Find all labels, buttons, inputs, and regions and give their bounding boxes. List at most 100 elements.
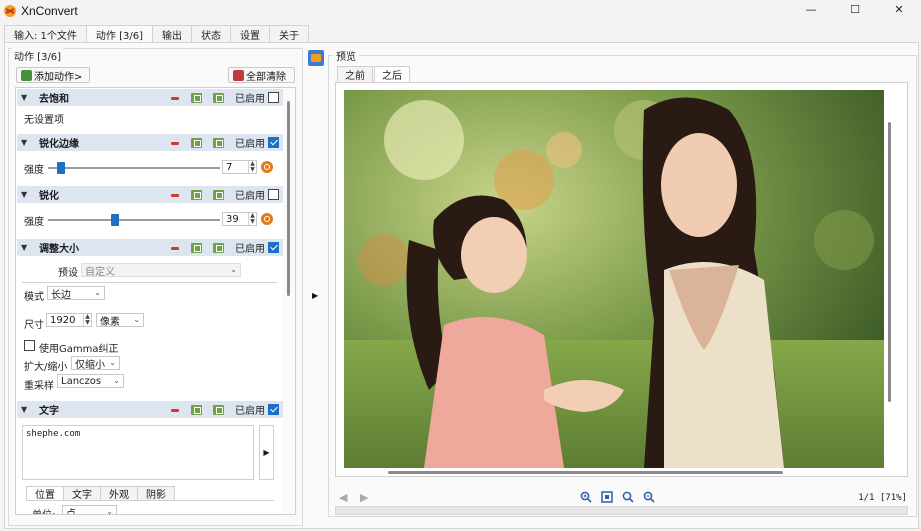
preview-horizontal-scroll-thumb[interactable] [388,471,783,474]
action-header-desaturate[interactable]: ▼ 去饱和 已启用 [17,89,283,106]
strength-slider[interactable] [48,167,220,169]
move-down-icon[interactable] [213,137,224,148]
actual-size-icon[interactable] [622,491,636,505]
close-button[interactable]: ✕ [877,0,921,18]
reset-icon[interactable] [261,161,273,173]
spin-arrows-icon[interactable]: ▲ ▼ [83,314,91,326]
zoom-out-icon[interactable] [643,491,657,505]
remove-action-icon[interactable] [169,138,180,148]
add-action-button[interactable]: 添加动作> [16,67,90,83]
move-down-icon[interactable] [213,189,224,200]
expand-arrow-icon[interactable]: ▶ [312,291,318,300]
move-up-icon[interactable] [191,242,202,253]
collapse-triangle-icon[interactable]: ▼ [21,243,29,252]
action-name: 锐化 [39,191,59,202]
strength-slider-thumb[interactable] [57,162,65,174]
strength-value: 39 [226,213,239,225]
mode-value: 长边 [51,289,71,301]
move-up-icon[interactable] [191,137,202,148]
next-arrow-icon[interactable]: ▶ [360,491,368,504]
tab-after[interactable]: 之后 [374,66,410,82]
size-label: 尺寸 [24,320,44,331]
divider [22,282,277,283]
strength-spinbox[interactable]: 7 ▲ ▼ [222,160,257,174]
enabled-checkbox[interactable] [268,137,279,148]
move-down-icon[interactable] [213,92,224,103]
enabled-checkbox[interactable] [268,242,279,253]
enabled-checkbox[interactable] [268,92,279,103]
subtab-position[interactable]: 位置 [26,486,64,501]
toggle-panel-icon[interactable] [308,50,324,66]
strength-slider[interactable] [48,219,220,221]
subtab-text[interactable]: 文字 [63,486,101,501]
enabled-checkbox[interactable] [268,404,279,415]
remove-action-icon[interactable] [169,243,180,253]
enabled-label: 已启用 [235,139,265,150]
action-name: 去饱和 [39,94,69,105]
preview-image-area[interactable] [335,82,908,477]
subtab-appearance[interactable]: 外观 [100,486,138,501]
preview-vertical-scroll-thumb[interactable] [888,122,891,402]
strength-slider-thumb[interactable] [111,214,119,226]
reset-icon[interactable] [261,213,273,225]
move-up-icon[interactable] [191,404,202,415]
action-list-scrollbar[interactable] [283,88,295,514]
strength-label: 强度 [24,217,44,228]
mode-select[interactable]: 长边 ⌄ [47,286,105,301]
action-header-text[interactable]: ▼ 文字 已启用 [17,401,283,418]
collapse-triangle-icon[interactable]: ▼ [21,93,29,102]
tab-actions[interactable]: 动作 [3/6] [85,25,153,43]
unit-select[interactable]: 像素 ⌄ [96,313,144,328]
fit-to-window-icon[interactable] [601,491,615,505]
tab-status[interactable]: 状态 [191,25,231,42]
insert-menu-button[interactable]: ▶ [259,425,274,480]
preview-image [344,90,884,468]
zoom-in-icon[interactable] [580,491,594,505]
tab-before[interactable]: 之前 [337,66,373,82]
action-list[interactable]: ▼ 去饱和 已启用 无设置项 ▼ 锐化边缘 已启用 强度 7 ▲ ▼ ▼ 锐化 已… [15,87,296,515]
move-down-icon[interactable] [213,404,224,415]
move-down-icon[interactable] [213,242,224,253]
tab-about[interactable]: 关于 [269,25,309,42]
spin-arrows-icon[interactable]: ▲ ▼ [248,213,256,225]
action-list-scroll-thumb[interactable] [287,101,290,296]
minimize-button[interactable]: — [789,0,833,18]
subtab-shadow[interactable]: 阴影 [137,486,175,501]
action-header-resize[interactable]: ▼ 调整大小 已启用 [17,239,283,256]
strength-spinbox[interactable]: 39 ▲ ▼ [222,212,257,226]
resample-select[interactable]: Lanczos ⌄ [57,374,124,388]
gamma-checkbox[interactable] [24,340,35,351]
remove-action-icon[interactable] [169,405,180,415]
collapse-triangle-icon[interactable]: ▼ [21,190,29,199]
scale-value: 仅缩小 [75,359,105,371]
previous-arrow-icon[interactable]: ◀ [339,491,347,504]
xnconvert-logo-icon [3,4,17,18]
action-header-sharpen[interactable]: ▼ 锐化 已启用 [17,186,283,203]
maximize-button[interactable]: ☐ [833,0,877,18]
title-bar: XnConvert — ☐ ✕ [0,0,921,22]
action-name: 锐化边缘 [39,139,79,150]
spin-arrows-icon[interactable]: ▲ ▼ [248,161,256,173]
action-header-sharpen-edges[interactable]: ▼ 锐化边缘 已启用 [17,134,283,151]
size-spinbox[interactable]: 1920 ▲ ▼ [46,313,92,327]
preset-select[interactable]: 自定义 ⌄ [81,263,241,278]
tab-output[interactable]: 输出 [152,25,192,42]
tab-settings[interactable]: 设置 [230,25,270,42]
remove-action-icon[interactable] [169,93,180,103]
remove-action-icon[interactable] [169,190,180,200]
clear-all-button[interactable]: 全部清除 [228,67,295,83]
tab-input[interactable]: 输入: 1个文件 [4,25,87,42]
collapse-triangle-icon[interactable]: ▼ [21,138,29,147]
scale-select[interactable]: 仅缩小 ⌄ [71,356,120,371]
chevron-down-icon: ⌄ [113,376,120,385]
collapse-triangle-icon[interactable]: ▼ [21,405,29,414]
move-up-icon[interactable] [191,189,202,200]
enabled-checkbox[interactable] [268,189,279,200]
chevron-down-icon: ⌄ [94,288,101,297]
position-unit-select[interactable]: 点 ⌄ [62,505,117,514]
text-input[interactable]: shephe.com [22,425,254,480]
page-zoom-info: 1/1 [71%] [858,493,907,503]
move-up-icon[interactable] [191,92,202,103]
add-action-label: 添加动作> [34,71,83,83]
chevron-down-icon: ⌄ [230,265,237,274]
